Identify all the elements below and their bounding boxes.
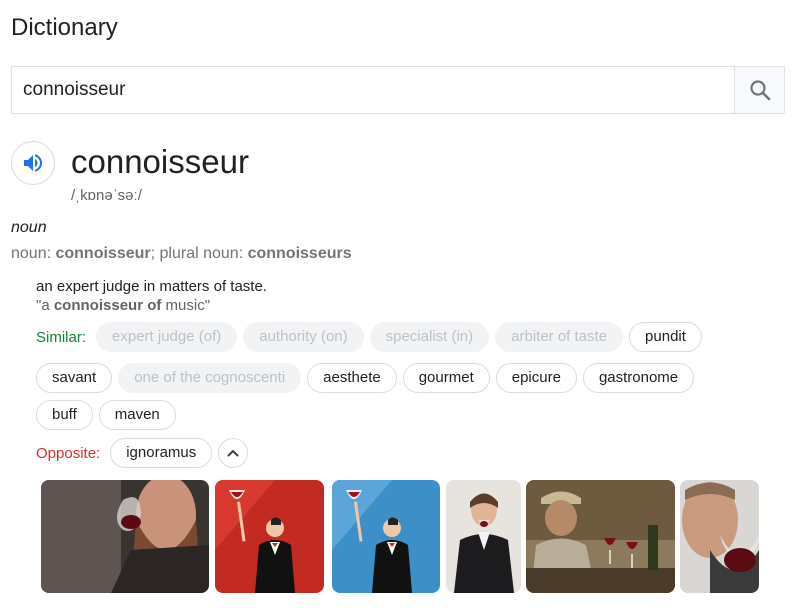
similar-row-2: savant one of the cognoscenti aesthete g… [36,363,700,393]
search-input[interactable] [12,67,735,113]
synonym-chip: authority (on) [243,322,364,352]
plural-form-label: ; plural noun: [150,245,248,262]
antonym-chip[interactable]: ignoramus [110,438,213,468]
pronunciation-button[interactable] [11,141,55,185]
image-old-man-wine-table[interactable] [526,480,675,593]
image-cartoon-waiter-blue[interactable] [332,480,440,593]
noun-form-label: noun: [11,245,56,262]
image-man-swirling-wine[interactable] [41,480,209,593]
synonym-chip: expert judge (of) [96,322,238,352]
image-man-with-glass[interactable] [446,480,521,593]
part-of-speech: noun [11,219,47,236]
example-sentence: "a connoisseur of music" [36,297,210,314]
noun-form: connoisseur [55,245,151,262]
example-open: "a [36,297,54,314]
search-icon [749,80,770,101]
image-cartoon-waiter-red[interactable] [215,480,324,593]
speaker-icon [24,154,42,172]
synonym-chip[interactable]: buff [36,400,93,430]
collapse-button[interactable] [218,438,249,468]
similar-row-3: buff maven [36,400,182,430]
synonym-chip: arbiter of taste [495,322,624,352]
synonym-chip[interactable]: pundit [629,322,702,352]
opposite-row: Opposite: ignoramus [36,438,249,468]
image-cartoon-waiter-red-graphic [215,480,324,593]
opposite-label: Opposite: [36,444,101,462]
synonym-chip[interactable]: aesthete [307,363,397,393]
image-man-sniffing-wine[interactable] [680,480,759,593]
synonym-chip: specialist (in) [369,322,490,352]
word-forms: noun: connoisseur; plural noun: connoiss… [11,245,352,263]
chevron-up-icon [227,450,239,457]
search-box [11,66,785,114]
image-man-sniffing-wine-graphic [680,480,759,593]
headword: connoisseur [71,143,249,180]
image-man-swirling-wine-graphic [41,480,209,593]
synonym-chip: one of the cognoscenti [118,363,302,393]
search-button[interactable] [734,67,784,113]
image-old-man-wine-table-graphic [526,480,675,593]
synonym-chip[interactable]: gastronome [582,363,695,393]
synonym-chip[interactable]: gourmet [402,363,490,393]
synonym-chip[interactable]: savant [36,363,113,393]
similar-label: Similar: [36,328,87,346]
synonym-chip[interactable]: epicure [495,363,577,393]
image-cartoon-waiter-blue-graphic [332,480,440,593]
example-rest: music" [161,297,211,314]
example-highlight: connoisseur of [53,297,162,314]
similar-row-1: Similar: expert judge (of) authority (on… [36,322,708,352]
definition: an expert judge in matters of taste. [36,278,267,295]
page-title: Dictionary [11,14,118,41]
phonetic-transcription: /ˌkɒnəˈsəː/ [71,187,142,204]
image-man-with-glass-graphic [446,480,521,593]
synonym-chip[interactable]: maven [98,400,176,430]
plural-form: connoisseurs [247,245,352,262]
